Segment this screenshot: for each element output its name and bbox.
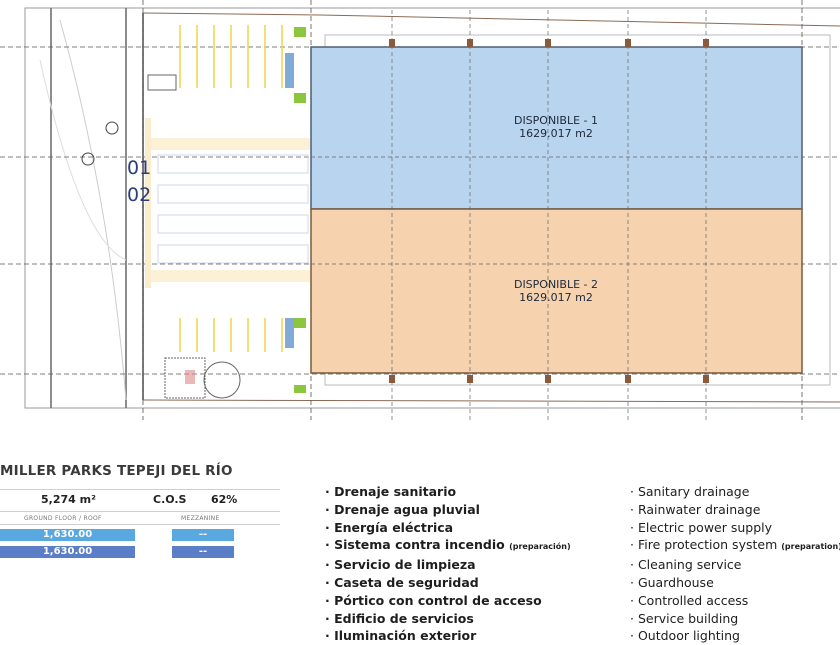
amenity-item: · Fire protection system (preparation) xyxy=(630,536,840,556)
amenities-list-english: · Sanitary drainage · Rainwater drainage ·… xyxy=(630,483,840,645)
amenity-item: · Iluminación exterior xyxy=(325,627,571,645)
amenity-item: · Drenaje sanitario xyxy=(325,483,571,501)
cos-label: C.O.S xyxy=(153,493,187,506)
property-title: MILLER PARKS TEPEJI DEL RÍO xyxy=(0,463,233,479)
bay-number-01: 01 xyxy=(127,157,151,179)
column-marker xyxy=(467,375,473,383)
column-marker xyxy=(625,39,631,47)
divider xyxy=(0,489,280,490)
unit-2-area-value: 1629.017 m2 xyxy=(519,291,593,304)
column-marker xyxy=(625,375,631,383)
column-header-mezzanine: MEZZANINE xyxy=(181,515,220,522)
divider xyxy=(0,524,280,525)
amenity-text: · Outdoor lighting xyxy=(630,628,740,644)
unit-2-ground-area: 1,630.00 xyxy=(0,546,135,558)
amenity-item: · Caseta de seguridad xyxy=(325,574,571,592)
amenity-text: · Sistema contra incendio xyxy=(325,537,505,553)
amenity-item: · Energía eléctrica xyxy=(325,519,571,537)
unit-2-name: DISPONIBLE - 2 xyxy=(514,278,598,291)
amenity-item: · Edificio de servicios xyxy=(325,610,571,628)
amenity-item: · Drenaje agua pluvial xyxy=(325,501,571,519)
column-marker xyxy=(703,375,709,383)
amenity-item: · Sanitary drainage xyxy=(630,483,840,501)
unit-1-mezzanine-area: -- xyxy=(172,529,234,541)
amenity-text: · Drenaje agua pluvial xyxy=(325,501,480,517)
site-floor-plan: DISPONIBLE - 1 1629.017 m2 DISPONIBLE - … xyxy=(0,0,840,420)
unit-1-ground-area: 1,630.00 xyxy=(0,529,135,541)
amenity-item: · Controlled access xyxy=(630,592,840,610)
amenity-item: · Rainwater drainage xyxy=(630,501,840,519)
cos-value: 62% xyxy=(211,493,238,506)
amenity-item: · Electric power supply xyxy=(630,519,840,537)
parking-area xyxy=(81,25,310,399)
column-marker xyxy=(703,39,709,47)
bay-number-02: 02 xyxy=(127,184,151,206)
amenity-text: · Pórtico con control de acceso xyxy=(325,592,542,608)
column-marker xyxy=(545,375,551,383)
unit-1-name: DISPONIBLE - 1 xyxy=(514,114,598,127)
amenity-note: (preparación) xyxy=(509,542,571,552)
amenity-item: · Outdoor lighting xyxy=(630,627,840,645)
column-marker xyxy=(545,39,551,47)
amenity-text: · Controlled access xyxy=(630,592,749,608)
loading-docks xyxy=(285,27,306,393)
amenity-item: · Cleaning service xyxy=(630,556,840,574)
column-marker xyxy=(467,39,473,47)
total-area: 5,274 m² xyxy=(41,493,96,506)
amenity-text: · Edificio de servicios xyxy=(325,610,474,626)
column-marker xyxy=(389,375,395,383)
amenity-text: · Rainwater drainage xyxy=(630,501,761,517)
amenity-text: · Caseta de seguridad xyxy=(325,574,479,590)
amenity-text: · Energía eléctrica xyxy=(325,519,454,535)
amenity-note: (preparation) xyxy=(781,542,840,552)
amenity-text: · Iluminación exterior xyxy=(325,628,477,644)
unit-1-area-value: 1629.017 m2 xyxy=(519,127,593,140)
amenity-text: · Sanitary drainage xyxy=(630,484,750,499)
amenity-text: · Servicio de limpieza xyxy=(325,557,476,573)
column-header-ground: GROUND FLOOR / ROOF xyxy=(24,515,102,522)
amenity-text: · Fire protection system xyxy=(630,537,778,553)
amenity-text: · Cleaning service xyxy=(630,557,742,573)
amenity-item: · Guardhouse xyxy=(630,574,840,592)
amenity-item: · Service building xyxy=(630,610,840,628)
column-marker xyxy=(389,39,395,47)
amenity-item: · Sistema contra incendio (preparación) xyxy=(325,536,571,556)
amenity-item: · Servicio de limpieza xyxy=(325,556,571,574)
amenity-item: · Pórtico con control de acceso xyxy=(325,592,571,610)
amenity-text: · Electric power supply xyxy=(630,519,773,535)
amenities-list-spanish: · Drenaje sanitario · Drenaje agua pluvia… xyxy=(325,483,571,645)
unit-2-mezzanine-area: -- xyxy=(172,546,234,558)
amenity-text: · Drenaje sanitario xyxy=(325,484,457,499)
amenity-text: · Service building xyxy=(630,610,739,626)
divider xyxy=(0,511,280,512)
amenity-text: · Guardhouse xyxy=(630,574,714,590)
